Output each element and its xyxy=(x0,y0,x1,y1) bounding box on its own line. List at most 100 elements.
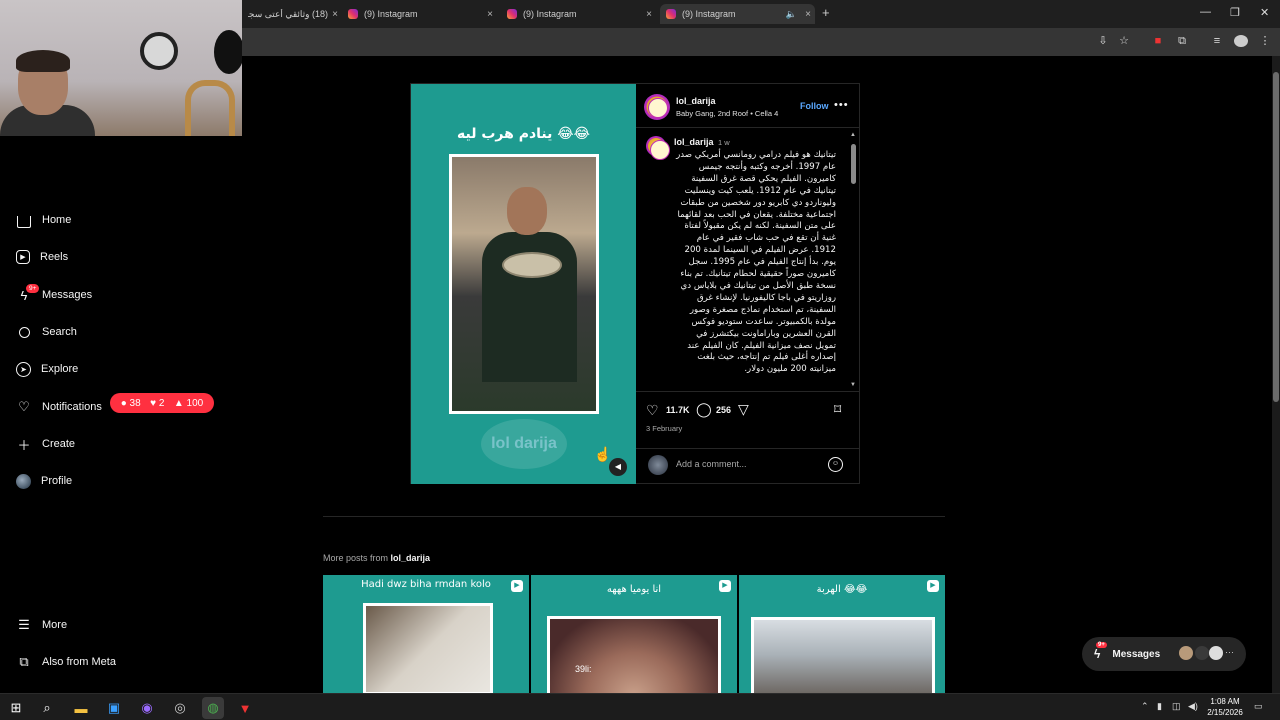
close-tab-icon[interactable]: × xyxy=(646,9,652,20)
save-icon[interactable]: ⌑ xyxy=(834,401,841,418)
windows-taskbar: ⊞ ⌕ ▬ ▣ ◉ ◎ ◍ ▼ ⌃ ▮ ◫ ◀) 1:08 AM 2/15/20… xyxy=(0,693,1280,720)
messages-label: Messages xyxy=(1112,648,1161,660)
search-icon xyxy=(16,324,32,340)
extension-icon[interactable]: ■ xyxy=(1151,35,1165,47)
profile-avatar-icon[interactable] xyxy=(1234,35,1248,47)
more-icon: ··· xyxy=(1225,647,1234,657)
share-icon[interactable]: ▽ xyxy=(738,401,749,418)
instagram-icon xyxy=(507,9,517,19)
notification-center-icon[interactable]: ▭ xyxy=(1254,701,1263,712)
minimize-icon[interactable]: — xyxy=(1200,6,1211,18)
sidebar-item-meta[interactable]: ⧉ Also from Meta xyxy=(16,651,116,673)
like-icon[interactable]: ♡ xyxy=(646,402,659,419)
plate xyxy=(502,252,562,278)
more-posts-username[interactable]: lol_darija xyxy=(391,553,431,563)
close-tab-icon[interactable]: × xyxy=(805,9,811,20)
follow-button[interactable]: Follow xyxy=(800,101,829,111)
reel-icon: ▶ xyxy=(927,580,939,592)
volume-icon[interactable]: ◀ xyxy=(609,458,627,476)
app-icon[interactable]: ◉ xyxy=(136,697,158,719)
menu-icon: ☰ xyxy=(18,617,30,632)
install-app-icon[interactable]: ⇩ xyxy=(1096,35,1110,47)
scroll-down-icon[interactable]: ▼ xyxy=(850,382,856,388)
compass-icon: ➤ xyxy=(16,361,31,377)
search-icon[interactable]: ⌕ xyxy=(36,697,58,719)
system-clock[interactable]: 1:08 AM 2/15/2026 xyxy=(1200,696,1250,718)
sidebar-item-reels[interactable]: ▶ Reels xyxy=(16,246,68,268)
add-comment-input[interactable]: Add a comment... xyxy=(676,459,747,469)
tray-overflow-icon[interactable]: ⌃ xyxy=(1141,701,1149,712)
caption-avatar[interactable] xyxy=(646,136,670,160)
grid-post[interactable]: الهربة 😂😂 ▶ xyxy=(739,575,945,693)
grid-post[interactable]: انا يوميا هههه ▶ 39li: xyxy=(531,575,737,693)
volume-icon[interactable]: ◀) xyxy=(1188,701,1198,712)
media-control-icon[interactable]: ≡ xyxy=(1210,35,1224,47)
store-icon[interactable]: ▣ xyxy=(103,697,125,719)
post-card: ينادم هرب ليه 😂😂 lol darija ◀ lol_darija… xyxy=(410,83,860,484)
page-scrollbar-thumb[interactable] xyxy=(1273,72,1279,402)
browser-tab[interactable]: (9) Instagram × xyxy=(342,4,497,24)
sidebar-item-home[interactable]: Home xyxy=(16,209,71,231)
grid-post-image xyxy=(366,606,490,692)
emoji-icon[interactable]: ☺ xyxy=(828,457,843,472)
add-comment-bar: Add a comment... ☺ xyxy=(636,448,860,484)
tab-title: (9) Instagram xyxy=(364,9,418,19)
post-actions: ♡ 11.7K ◯ 256 ▽ ⌑ 3 February xyxy=(636,392,860,433)
file-explorer-icon[interactable]: ▬ xyxy=(70,697,92,719)
network-icon[interactable]: ◫ xyxy=(1172,701,1181,712)
browser-menu-icon[interactable]: ⋮ xyxy=(1258,35,1272,47)
comment-count: ● 38 xyxy=(120,397,141,409)
sidebar-item-create[interactable]: ＋ Create xyxy=(16,433,75,455)
browser-tab[interactable]: (9) Instagram × xyxy=(501,4,656,24)
avatar xyxy=(1179,646,1193,660)
bookmark-star-icon[interactable]: ☆ xyxy=(1117,35,1131,47)
address-bar[interactable] xyxy=(242,33,1042,51)
sidebar-item-notifications[interactable]: ♡ Notifications xyxy=(16,396,102,418)
post-avatar[interactable] xyxy=(644,94,670,120)
home-icon xyxy=(16,212,32,228)
browser-tab[interactable]: (18) وثائقي أعتى سجون × xyxy=(242,4,342,24)
chair xyxy=(185,80,235,136)
microphone-icon[interactable]: ▮ xyxy=(1157,701,1162,712)
post-username[interactable]: lol_darija xyxy=(676,96,716,106)
close-window-icon[interactable]: ✕ xyxy=(1260,6,1269,19)
new-tab-button[interactable]: + xyxy=(822,5,830,20)
user-avatar xyxy=(648,455,668,475)
sidebar-item-profile[interactable]: Profile xyxy=(16,470,72,492)
post-media[interactable]: ينادم هرب ليه 😂😂 lol darija ◀ xyxy=(411,84,636,484)
post-location[interactable]: Baby Gang, 2nd Roof • Cella 4 xyxy=(676,109,778,118)
extensions-puzzle-icon[interactable]: ⧉ xyxy=(1175,35,1189,47)
notifications-summary-pill[interactable]: ● 38 ♥ 2 ▲ 100 xyxy=(110,393,214,413)
more-options-icon[interactable]: ••• xyxy=(834,99,849,111)
restore-icon[interactable]: ❐ xyxy=(1230,6,1240,19)
webcam-overlay xyxy=(0,0,242,136)
grid-post-caption: الهربة 😂😂 xyxy=(816,584,868,595)
tab-audio-icon[interactable]: 🔈 xyxy=(786,9,797,20)
sidebar-item-search[interactable]: Search xyxy=(16,321,77,343)
app-icon[interactable]: ▼ xyxy=(234,697,256,719)
comment-icon[interactable]: ◯ xyxy=(696,401,712,418)
sidebar-item-label: Also from Meta xyxy=(42,656,116,668)
grid-post-frame xyxy=(751,617,935,693)
scroll-up-icon[interactable]: ▲ xyxy=(850,132,856,138)
close-tab-icon[interactable]: × xyxy=(487,9,493,20)
caption-scrollbar-thumb[interactable] xyxy=(851,144,856,184)
heart-icon: ♡ xyxy=(18,399,30,414)
browser-tab-active[interactable]: (9) Instagram 🔈 × xyxy=(660,4,815,24)
close-tab-icon[interactable]: × xyxy=(332,9,338,20)
start-icon[interactable]: ⊞ xyxy=(5,697,27,719)
caption-area[interactable]: lol_darija 1 w تيتانيك هو فيلم درامي روم… xyxy=(636,128,860,392)
sidebar-item-explore[interactable]: ➤ Explore xyxy=(16,358,78,380)
grid-post[interactable]: Hadi dwz biha rmdan kolo ▶ xyxy=(323,575,529,693)
webcam-shadow xyxy=(214,30,242,74)
chrome-icon[interactable]: ◍ xyxy=(202,697,224,719)
post-date: 3 February xyxy=(646,424,683,433)
clock-time: 1:08 AM xyxy=(1210,697,1240,706)
app-icon[interactable]: ◎ xyxy=(169,697,191,719)
sidebar-item-label: Messages xyxy=(42,289,93,301)
more-posts-heading: More posts from lol_darija xyxy=(323,553,431,563)
caption-scrollbar[interactable]: ▲ ▼ xyxy=(850,132,858,388)
sidebar-item-more[interactable]: ☰ More xyxy=(16,614,67,636)
like-count: 11.7K xyxy=(666,405,690,415)
caption-username[interactable]: lol_darija xyxy=(674,137,714,147)
